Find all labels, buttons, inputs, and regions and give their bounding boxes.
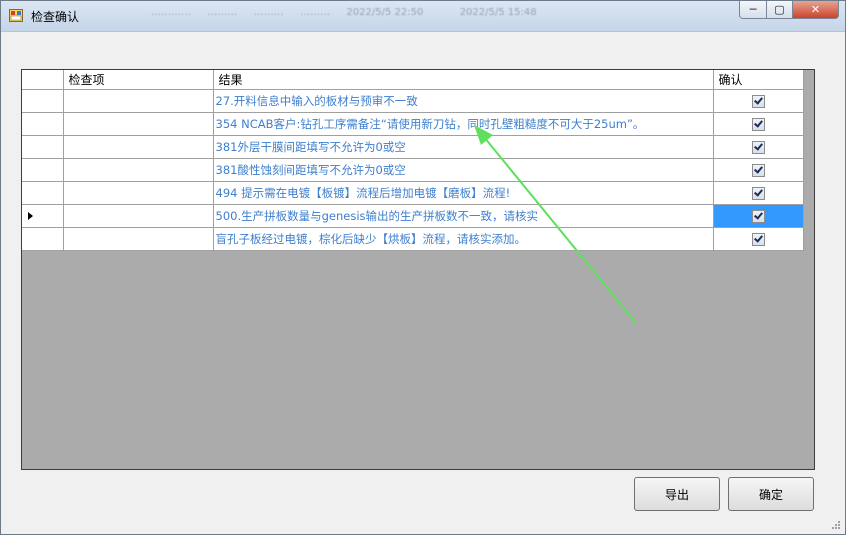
column-header-check-item[interactable]: 检查项 — [63, 70, 214, 90]
results-table: 检查项 结果 确认 27.开料信息中输入的板材与预审不一致 354 NCAB客户:… — [22, 70, 804, 251]
background-window-text: ………… ……… ……… ……… 2022/5/5 22:50 2022/5/5… — [151, 7, 537, 18]
row-header[interactable] — [22, 181, 64, 205]
confirm-checkbox[interactable] — [751, 187, 765, 200]
result-cell[interactable]: 500.生产拼板数量与genesis输出的生产拼板数不一致，请核实 — [213, 204, 714, 228]
check-item-cell[interactable] — [63, 204, 214, 228]
confirm-checkbox[interactable] — [751, 210, 765, 223]
confirm-checkbox[interactable] — [751, 164, 765, 177]
ok-button[interactable]: 确定 — [728, 477, 814, 511]
app-icon — [9, 9, 23, 22]
table-row[interactable]: 500.生产拼板数量与genesis输出的生产拼板数不一致，请核实 — [22, 204, 804, 228]
check-item-cell[interactable] — [63, 112, 214, 136]
maximize-button[interactable]: ▢ — [767, 1, 793, 19]
row-header[interactable] — [22, 135, 64, 159]
export-button[interactable]: 导出 — [634, 477, 720, 511]
check-confirm-window: ………… ……… ……… ……… 2022/5/5 22:50 2022/5/5… — [0, 0, 846, 535]
current-row-indicator-icon — [28, 212, 33, 220]
resize-grip-icon[interactable] — [831, 520, 841, 530]
corner-header[interactable] — [22, 70, 64, 90]
column-header-confirm[interactable]: 确认 — [713, 70, 804, 90]
table-row[interactable]: 381外层干膜间距填写不允许为0或空 — [22, 135, 804, 159]
confirm-cell[interactable] — [713, 112, 804, 136]
row-header[interactable] — [22, 112, 64, 136]
table-row[interactable]: 27.开料信息中输入的板材与预审不一致 — [22, 89, 804, 113]
result-cell[interactable]: 27.开料信息中输入的板材与预审不一致 — [213, 89, 714, 113]
confirm-checkbox[interactable] — [751, 118, 765, 131]
result-cell[interactable]: 381外层干膜间距填写不允许为0或空 — [213, 135, 714, 159]
window-title: 检查确认 — [31, 10, 80, 24]
confirm-cell[interactable] — [713, 181, 804, 205]
row-header[interactable] — [22, 158, 64, 182]
confirm-checkbox[interactable] — [751, 95, 765, 108]
table-row[interactable]: 494 提示需在电镀【板镀】流程后增加电镀【磨板】流程! — [22, 181, 804, 205]
close-icon: ✕ — [810, 3, 821, 16]
check-item-cell[interactable] — [63, 158, 214, 182]
row-header[interactable] — [22, 227, 64, 251]
confirm-cell[interactable] — [713, 89, 804, 113]
title-bar[interactable]: ………… ……… ……… ……… 2022/5/5 22:50 2022/5/5… — [1, 1, 845, 32]
table-row[interactable]: 381酸性蚀刻间距填写不允许为0或空 — [22, 158, 804, 182]
result-cell[interactable]: 354 NCAB客户:钻孔工序需备注“请使用新刀钻，同时孔壁粗糙度不可大于25u… — [213, 112, 714, 136]
table-row[interactable]: 盲孔子板经过电镀，棕化后缺少【烘板】流程，请核实添加。 — [22, 227, 804, 251]
minimize-icon: ─ — [749, 3, 757, 16]
result-cell[interactable]: 494 提示需在电镀【板镀】流程后增加电镀【磨板】流程! — [213, 181, 714, 205]
table-row[interactable]: 354 NCAB客户:钻孔工序需备注“请使用新刀钻，同时孔壁粗糙度不可大于25u… — [22, 112, 804, 136]
check-item-cell[interactable] — [63, 89, 214, 113]
confirm-cell[interactable] — [713, 158, 804, 182]
result-cell[interactable]: 盲孔子板经过电镀，棕化后缺少【烘板】流程，请核实添加。 — [213, 227, 714, 251]
check-item-cell[interactable] — [63, 135, 214, 159]
confirm-cell[interactable] — [713, 135, 804, 159]
column-header-result[interactable]: 结果 — [213, 70, 714, 90]
result-cell[interactable]: 381酸性蚀刻间距填写不允许为0或空 — [213, 158, 714, 182]
row-header[interactable] — [22, 204, 64, 228]
maximize-icon: ▢ — [774, 3, 785, 16]
check-item-cell[interactable] — [63, 227, 214, 251]
confirm-checkbox[interactable] — [751, 141, 765, 154]
confirm-cell[interactable] — [713, 204, 804, 228]
minimize-button[interactable]: ─ — [739, 1, 767, 19]
check-item-cell[interactable] — [63, 181, 214, 205]
row-header[interactable] — [22, 89, 64, 113]
header-row: 检查项 结果 确认 — [22, 70, 804, 90]
confirm-checkbox[interactable] — [751, 233, 765, 246]
check-results-grid[interactable]: 检查项 结果 确认 27.开料信息中输入的板材与预审不一致 354 NCAB客户:… — [21, 69, 815, 470]
confirm-cell[interactable] — [713, 227, 804, 251]
close-button[interactable]: ✕ — [793, 1, 839, 19]
